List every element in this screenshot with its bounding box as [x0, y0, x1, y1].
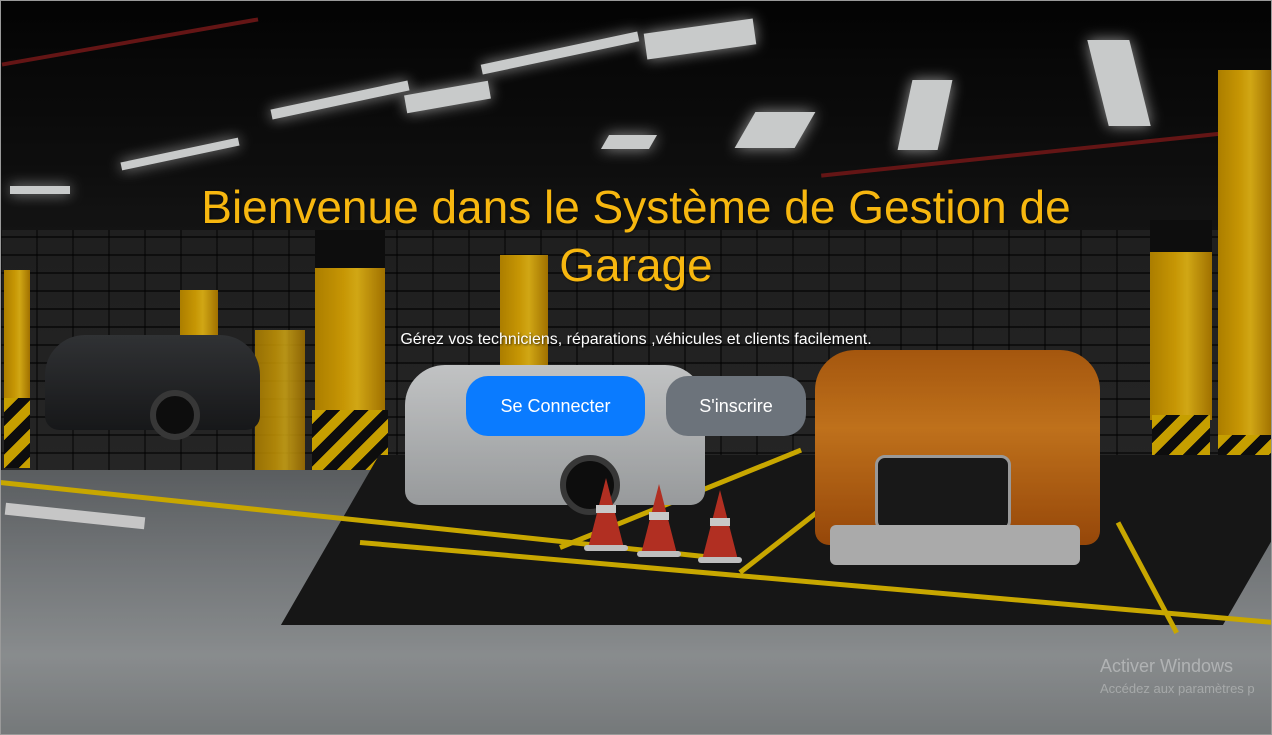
- login-button[interactable]: Se Connecter: [466, 376, 645, 436]
- activation-watermark-title: Activer Windows: [1100, 656, 1234, 676]
- hero-section: Bienvenue dans le Système de Gestion de …: [0, 178, 1272, 436]
- page-title: Bienvenue dans le Système de Gestion de …: [201, 181, 1071, 291]
- garage-background: Bienvenue dans le Système de Gestion de …: [0, 0, 1272, 735]
- auth-actions: Se Connecter S'inscrire: [0, 376, 1272, 436]
- page-subtitle: Gérez vos techniciens, réparations ,véhi…: [400, 331, 872, 348]
- signup-button[interactable]: S'inscrire: [666, 376, 806, 436]
- activation-watermark-subtitle: Accédez aux paramètres p: [1100, 681, 1255, 696]
